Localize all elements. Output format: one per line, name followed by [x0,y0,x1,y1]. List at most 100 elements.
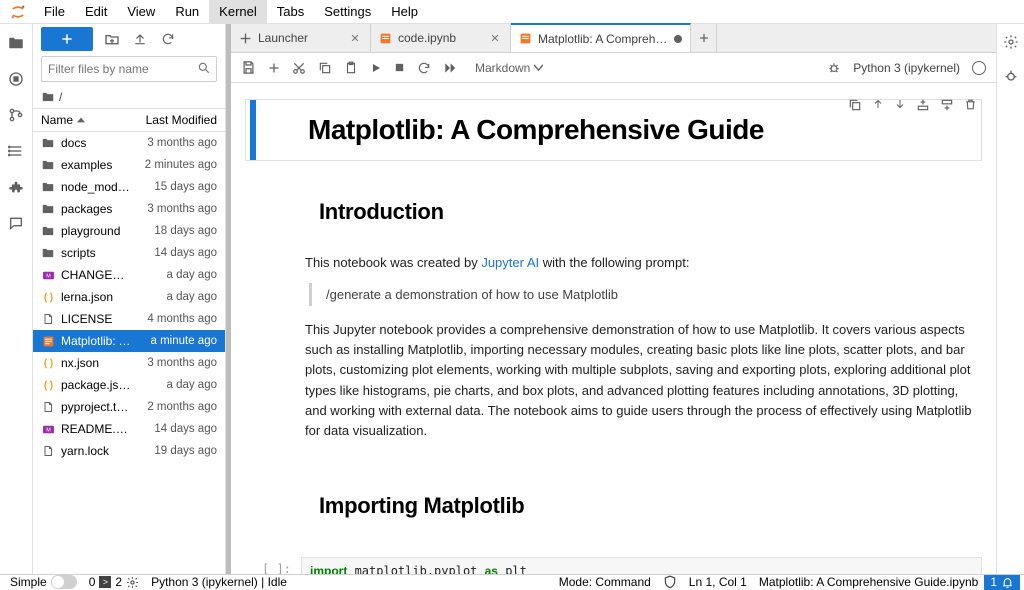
status-filename[interactable]: Matplotlib: A Comprehensive Guide.ipynb [753,575,984,589]
file-row[interactable]: Matplotlib: A…a minute ago [33,330,225,352]
add-tab-button[interactable] [691,24,717,52]
refresh-icon[interactable] [159,32,177,46]
tab[interactable]: Launcher [231,24,371,52]
paste-icon[interactable] [344,61,358,75]
status-counts[interactable]: 0 > 2 [83,575,145,589]
file-name: README.md [61,422,131,436]
file-row[interactable]: nx.json3 months ago [33,352,225,374]
move-up-icon[interactable] [872,98,884,112]
file-row[interactable]: playground18 days ago [33,220,225,242]
file-name: pyproject.toml [61,400,131,414]
menu-file[interactable]: File [34,0,75,23]
file-icon [41,400,55,414]
cut-icon[interactable] [292,61,306,75]
status-bar: Simple 0 > 2 Python 3 (ipykernel) | Idle… [0,574,1024,590]
file-modified: 3 months ago [131,357,225,369]
col-name[interactable]: Name [41,113,73,127]
bug-icon[interactable] [827,61,841,75]
markdown-cell[interactable]: Introduction This notebook was created b… [245,167,982,455]
kernel-status-icon[interactable] [972,61,986,75]
cell-collapse-bar[interactable] [250,100,256,160]
file-modified: 2 months ago [131,401,225,413]
notebook-scroll[interactable]: Matplotlib: A Comprehensive Guide Introd… [231,83,996,574]
celltype-select[interactable]: Markdown [469,59,549,77]
file-name: scripts [61,246,131,260]
markdown-cell[interactable]: Matplotlib: A Comprehensive Guide [245,99,982,161]
breadcrumb-root[interactable]: / [59,90,62,104]
file-modified: 4 months ago [131,313,225,325]
property-inspector-icon[interactable] [1003,34,1019,50]
file-row[interactable]: LICENSE4 months ago [33,308,225,330]
folder-icon [41,180,55,194]
file-name: Matplotlib: A… [61,334,131,348]
close-icon[interactable] [350,33,362,43]
stop-icon[interactable] [394,62,405,73]
file-row[interactable]: package.jsona day ago [33,374,225,396]
debug-icon[interactable] [1003,68,1019,84]
toc-icon[interactable] [7,142,25,160]
status-lncol[interactable]: Ln 1, Col 1 [683,575,753,589]
col-modified[interactable]: Last Modified [131,113,225,127]
restart-icon[interactable] [417,61,431,75]
file-table-header[interactable]: Name Last Modified [33,108,225,132]
move-down-icon[interactable] [894,98,906,112]
insert-above-icon[interactable] [916,98,930,112]
status-kernel[interactable]: Python 3 (ipykernel) | Idle [145,575,293,589]
markdown-cell[interactable]: Importing Matplotlib [245,461,982,551]
svg-text:M: M [46,273,51,279]
jupyter-ai-link[interactable]: Jupyter AI [481,255,539,270]
file-row[interactable]: MCHANGELO…a day ago [33,264,225,286]
code-cell[interactable]: [ ]: import matplotlib.pyplot as plt imp… [245,557,982,574]
simple-toggle[interactable]: Simple [4,575,83,589]
file-row[interactable]: scripts14 days ago [33,242,225,264]
menu-run[interactable]: Run [165,0,209,23]
add-cell-icon[interactable] [268,62,280,74]
menu-settings[interactable]: Settings [314,0,381,23]
save-icon[interactable] [241,60,256,75]
extensions-icon[interactable] [7,178,25,196]
notifications-button[interactable]: 1 [984,575,1020,590]
file-row[interactable]: lerna.jsona day ago [33,286,225,308]
git-icon[interactable] [7,106,25,124]
run-icon[interactable] [370,62,382,74]
file-row[interactable]: node_modul…15 days ago [33,176,225,198]
file-row[interactable]: examples2 minutes ago [33,154,225,176]
kernel-name[interactable]: Python 3 (ipykernel) [853,61,960,75]
copy-icon[interactable] [318,61,332,75]
insert-below-icon[interactable] [940,98,954,112]
menu-kernel[interactable]: Kernel [209,0,267,23]
new-folder-icon[interactable] [103,31,121,47]
file-row[interactable]: yarn.lock19 days ago [33,440,225,462]
menu-edit[interactable]: Edit [75,0,117,23]
right-sidebar [996,24,1024,574]
menu-help[interactable]: Help [381,0,428,23]
menu-view[interactable]: View [117,0,165,23]
folder-icon [41,246,55,260]
folder-icon[interactable] [7,34,25,52]
status-mode[interactable]: Mode: Command [553,575,657,589]
file-row[interactable]: packages3 months ago [33,198,225,220]
new-launcher-button[interactable] [41,27,93,51]
upload-icon[interactable] [131,32,149,46]
jupyter-logo-icon [8,2,28,22]
breadcrumb[interactable]: / [33,86,225,108]
folder-icon [41,224,55,238]
file-row[interactable]: MREADME.md14 days ago [33,418,225,440]
tab[interactable]: Matplotlib: A Comprehensi [511,23,691,52]
file-row[interactable]: pyproject.toml2 months ago [33,396,225,418]
file-row[interactable]: docs3 months ago [33,132,225,154]
file-name: lerna.json [61,290,131,304]
file-browser: / Name Last Modified docs3 months agoexa… [33,24,226,574]
code-editor[interactable]: import matplotlib.pyplot as plt import n… [301,557,982,574]
filter-input[interactable] [41,56,217,82]
delete-icon[interactable] [964,98,977,112]
menu-tabs[interactable]: Tabs [267,0,314,23]
duplicate-icon[interactable] [848,98,862,112]
tab[interactable]: code.ipynb [371,24,511,52]
running-icon[interactable] [7,70,25,88]
close-icon[interactable] [490,33,502,43]
run-all-icon[interactable] [443,61,457,75]
chat-icon[interactable] [7,214,25,232]
md-icon: M [41,422,55,436]
trusted-icon[interactable] [657,575,683,589]
